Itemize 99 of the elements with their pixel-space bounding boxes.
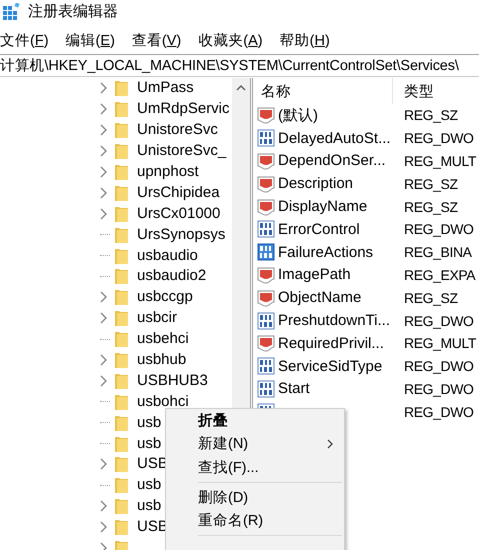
value-name[interactable]: Start: [278, 380, 310, 398]
value-name[interactable]: FailureActions: [278, 244, 374, 261]
expand-icon[interactable]: [99, 103, 108, 116]
expand-icon[interactable]: [99, 374, 108, 387]
folder-icon: [115, 143, 128, 160]
menu-item[interactable]: 删除(D): [166, 486, 344, 510]
tree-item[interactable]: usbccgp: [137, 288, 193, 306]
expand-icon[interactable]: [99, 354, 108, 366]
value-name[interactable]: DisplayName: [278, 198, 368, 216]
tree-item[interactable]: usbcir: [137, 309, 178, 328]
expand-icon[interactable]: [99, 124, 108, 136]
folder-icon: [115, 436, 128, 452]
window-title: 注册表编辑器: [28, 2, 118, 20]
menu-item[interactable]: 编辑(E): [66, 30, 124, 50]
tree-item[interactable]: UrsSynopsys: [137, 226, 226, 244]
folder-icon: [115, 122, 128, 138]
value-type: REG_EXPA: [404, 266, 476, 283]
folder-icon: [115, 226, 128, 243]
column-header[interactable]: 类型: [404, 84, 434, 100]
value-name[interactable]: ObjectName: [278, 289, 362, 306]
expand-icon[interactable]: [99, 186, 108, 199]
value-type: REG_BINA: [404, 244, 472, 260]
value-name[interactable]: ServiceSidType: [278, 358, 382, 375]
value-name[interactable]: DependOnSer...: [278, 152, 386, 170]
scroll-up-icon[interactable]: [236, 84, 246, 91]
tree-item[interactable]: USBHUB3: [137, 372, 208, 390]
tree-item[interactable]: usb: [137, 476, 162, 494]
tree-item[interactable]: UrsChipidea: [137, 184, 220, 202]
value-type: REG_DWO: [404, 312, 474, 329]
tree-item[interactable]: UmRdpServic: [137, 100, 230, 118]
folder-icon: [115, 352, 128, 368]
value-type: REG_SZ: [404, 107, 458, 124]
value-type: REG_MULT: [404, 335, 476, 352]
folder-icon: [115, 206, 128, 222]
folder-icon: [115, 80, 128, 96]
menu-item[interactable]: 帮助(H): [280, 30, 339, 50]
tree-item[interactable]: usb: [137, 414, 162, 432]
value-type: REG_SZ: [404, 198, 458, 215]
tree-item[interactable]: UnistoreSvc_: [137, 142, 226, 160]
menu-item[interactable]: 折叠: [166, 409, 344, 432]
menu-item[interactable]: 重命名(R): [166, 509, 344, 532]
folder-icon: [115, 184, 128, 201]
menu-item[interactable]: 查看(V): [132, 30, 190, 50]
value-type: REG_SZ: [404, 290, 458, 306]
value-type: REG_DWO: [404, 130, 474, 146]
expand-icon[interactable]: [99, 82, 108, 94]
folder-icon: [115, 268, 128, 284]
folder-icon: [115, 310, 128, 326]
tree-item[interactable]: usbaudio: [137, 246, 198, 265]
tree-item[interactable]: usbaudio2: [137, 267, 206, 286]
menu-item[interactable]: 查找(F)...: [166, 456, 344, 479]
folder-icon: [115, 498, 128, 514]
value-name[interactable]: RequiredPrivil...: [278, 334, 384, 352]
value-type: REG_DWO: [404, 380, 474, 397]
expand-icon[interactable]: [99, 291, 108, 304]
value-name[interactable]: PreshutdownTi...: [278, 312, 390, 330]
tree-item[interactable]: UnistoreSvc: [137, 121, 218, 140]
value-type: REG_MULT: [404, 152, 476, 169]
menu-item[interactable]: 收藏夹(A): [198, 30, 272, 50]
expand-icon[interactable]: [99, 458, 108, 470]
expand-icon[interactable]: [99, 145, 108, 158]
folder-icon: [115, 289, 128, 306]
folder-icon: [115, 519, 128, 536]
column-header[interactable]: 名称: [261, 82, 291, 100]
value-type: REG_DWO: [404, 221, 474, 238]
folder-icon: [115, 456, 128, 472]
tree-item[interactable]: UmPass: [137, 79, 194, 98]
registry-icon: [3, 2, 20, 20]
expand-icon[interactable]: [99, 500, 108, 512]
value-type: REG_DWO: [404, 404, 474, 420]
address-field[interactable]: 计算机\HKEY_LOCAL_MACHINE\SYSTEM\CurrentControlSet\Services\: [0, 54, 479, 77]
value-name[interactable]: ErrorControl: [278, 220, 360, 238]
expand-icon[interactable]: [99, 312, 108, 324]
folder-icon: [115, 394, 128, 410]
value-name[interactable]: Description: [278, 175, 354, 192]
menu-item[interactable]: 新建(N): [166, 432, 344, 456]
folder-icon: [115, 372, 128, 389]
tree-item[interactable]: upnphost: [137, 163, 199, 181]
folder-icon: [115, 331, 128, 348]
expand-icon[interactable]: [99, 166, 108, 178]
tree-item[interactable]: usb: [137, 434, 162, 453]
tree-item[interactable]: usbehci: [137, 330, 189, 348]
folder-icon: [115, 477, 128, 494]
tree-item[interactable]: usbohci: [137, 392, 189, 411]
value-name[interactable]: ImagePath: [278, 266, 351, 284]
folder-icon: [115, 248, 128, 264]
value-name[interactable]: DelayedAutoSt...: [278, 130, 391, 147]
menu-item[interactable]: 文件(F): [0, 30, 58, 50]
folder-icon: [115, 164, 128, 180]
tree-item[interactable]: UrsCx01000: [137, 204, 220, 223]
tree-item[interactable]: usb: [137, 497, 162, 516]
tree-item[interactable]: usbhub: [137, 351, 186, 370]
folder-icon: [115, 101, 128, 118]
expand-icon[interactable]: [99, 521, 108, 534]
folder-icon: [115, 414, 128, 431]
value-name[interactable]: (默认): [278, 106, 318, 125]
value-type: REG_DWO: [404, 358, 474, 374]
value-type: REG_SZ: [404, 176, 458, 192]
expand-icon[interactable]: [99, 208, 108, 220]
